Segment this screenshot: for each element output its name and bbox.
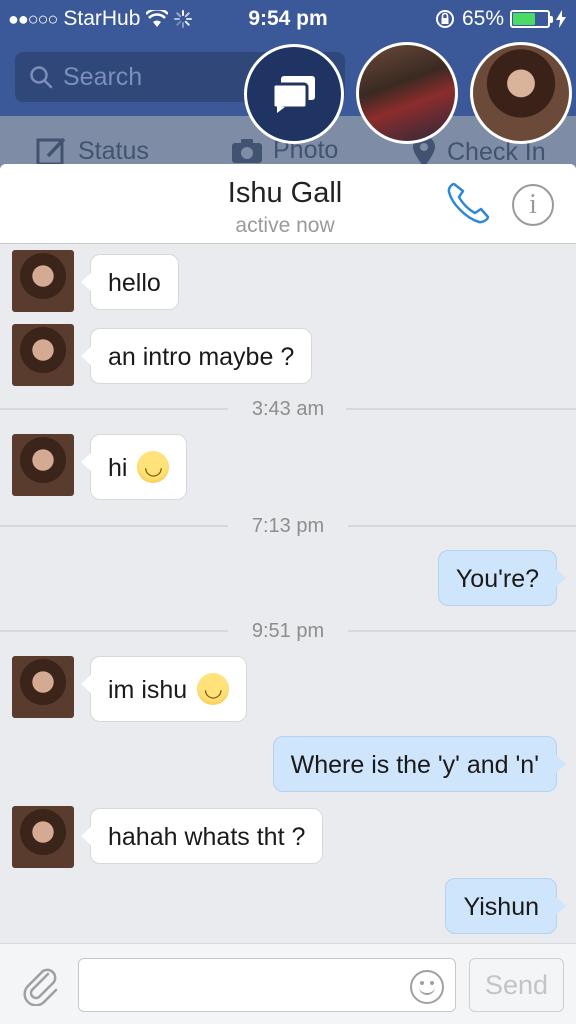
rotation-lock-icon xyxy=(435,10,454,28)
paperclip-icon[interactable] xyxy=(20,964,62,1006)
message-composer: Send xyxy=(0,943,576,1024)
incoming-message[interactable]: hello xyxy=(81,254,179,310)
search-placeholder: Search xyxy=(63,62,143,91)
avatar[interactable] xyxy=(12,250,74,312)
battery-icon xyxy=(510,10,553,28)
message-text: Yishun xyxy=(463,893,539,921)
smiling-face-emoji-icon: ◡ xyxy=(197,673,230,706)
status-bar: ●●○○○ StarHub 9:54 pm 65% xyxy=(0,0,576,40)
messages-chathead[interactable] xyxy=(244,44,344,144)
send-button[interactable]: Send xyxy=(469,958,564,1012)
outgoing-message[interactable]: Yishun xyxy=(445,878,566,934)
message-text: hi xyxy=(108,454,128,482)
message-text: im ishu xyxy=(108,676,188,704)
smiling-face-emoji-icon: ◡ xyxy=(137,451,170,484)
message-input[interactable] xyxy=(78,958,456,1012)
chat-bubbles-icon xyxy=(271,76,315,113)
message-text: hello xyxy=(108,269,161,297)
smiley-icon[interactable] xyxy=(410,970,444,1004)
timestamp-text: 9:51 pm xyxy=(251,620,325,642)
message-row: an intro maybe ? xyxy=(0,324,576,386)
outgoing-message[interactable]: You're? xyxy=(437,550,567,606)
timestamp-divider: 7:13 pm xyxy=(0,511,576,541)
message-row: hi ◡ xyxy=(0,434,576,500)
message-text: an intro maybe ? xyxy=(108,343,295,371)
battery-level xyxy=(513,13,536,25)
info-icon[interactable]: i xyxy=(512,184,554,226)
message-text: Where is the 'y' and 'n' xyxy=(290,751,539,779)
contact-photo-chathead[interactable] xyxy=(356,42,458,144)
chat-panel: Ishu Gall active now i hello an intro ma… xyxy=(0,164,576,1024)
ishu-chathead[interactable] xyxy=(470,42,572,144)
charging-bolt-icon xyxy=(556,10,566,28)
camera-icon xyxy=(232,138,262,163)
message-text: You're? xyxy=(455,565,539,593)
timestamp-text: 7:13 pm xyxy=(251,515,325,537)
incoming-message[interactable]: im ishu ◡ xyxy=(80,656,248,722)
chat-header: Ishu Gall active now i xyxy=(0,164,576,244)
timestamp-text: 3:43 am xyxy=(251,398,325,420)
message-row: hello xyxy=(0,250,576,312)
battery-percent: 65% xyxy=(461,7,504,30)
incoming-message[interactable]: an intro maybe ? xyxy=(80,328,313,384)
message-row: im ishu ◡ xyxy=(0,656,576,722)
message-row: hahah whats tht ? xyxy=(0,806,576,868)
phone-icon[interactable] xyxy=(444,178,494,228)
search-icon xyxy=(30,66,53,89)
info-glyph: i xyxy=(529,189,537,220)
avatar[interactable] xyxy=(12,434,74,496)
edit-icon xyxy=(36,137,66,166)
status-action[interactable]: Status xyxy=(36,136,149,166)
avatar[interactable] xyxy=(12,806,74,868)
message-text: hahah whats tht ? xyxy=(108,823,306,851)
incoming-message[interactable]: hahah whats tht ? xyxy=(80,808,324,864)
avatar[interactable] xyxy=(12,656,74,718)
timestamp-divider: 9:51 pm xyxy=(0,616,576,646)
status-action-label: Status xyxy=(78,136,149,165)
avatar[interactable] xyxy=(12,324,74,386)
timestamp-divider: 3:43 am xyxy=(0,394,576,424)
outgoing-message[interactable]: Where is the 'y' and 'n' xyxy=(272,736,567,792)
incoming-message[interactable]: hi ◡ xyxy=(80,434,188,500)
